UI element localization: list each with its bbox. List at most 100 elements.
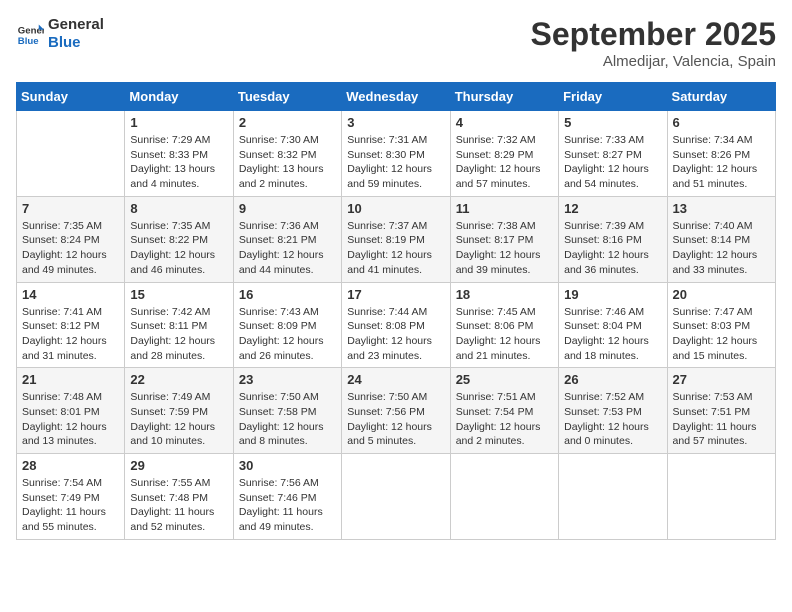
day-number: 4 (456, 115, 553, 130)
day-info: Sunrise: 7:50 AMSunset: 7:58 PMDaylight:… (239, 390, 336, 449)
weekday-header-row: SundayMondayTuesdayWednesdayThursdayFrid… (17, 83, 776, 111)
calendar-cell: 5 Sunrise: 7:33 AMSunset: 8:27 PMDaylight… (559, 111, 667, 197)
calendar-cell: 1 Sunrise: 7:29 AMSunset: 8:33 PMDaylight… (125, 111, 233, 197)
calendar-cell: 25 Sunrise: 7:51 AMSunset: 7:54 PMDayligh… (450, 368, 558, 454)
calendar-cell: 28Sunrise: 7:54 AMSunset: 7:49 PMDayligh… (17, 454, 125, 540)
calendar-cell: 30Sunrise: 7:56 AMSunset: 7:46 PMDayligh… (233, 454, 341, 540)
calendar-week-row: 14Sunrise: 7:41 AMSunset: 8:12 PMDayligh… (17, 282, 776, 368)
day-info: Sunrise: 7:51 AMSunset: 7:54 PMDaylight:… (456, 390, 553, 449)
day-info: Sunrise: 7:37 AMSunset: 8:19 PMDaylight:… (347, 219, 444, 278)
day-info: Sunrise: 7:50 AMSunset: 7:56 PMDaylight:… (347, 390, 444, 449)
calendar-cell: 19 Sunrise: 7:46 AMSunset: 8:04 PMDayligh… (559, 282, 667, 368)
weekday-header: Saturday (667, 83, 775, 111)
location-subtitle: Almedijar, Valencia, Spain (531, 53, 776, 70)
calendar-cell: 24 Sunrise: 7:50 AMSunset: 7:56 PMDayligh… (342, 368, 450, 454)
logo-line1: General (48, 16, 104, 34)
day-number: 29 (130, 458, 227, 473)
calendar-cell: 17 Sunrise: 7:44 AMSunset: 8:08 PMDayligh… (342, 282, 450, 368)
weekday-header: Monday (125, 83, 233, 111)
day-info: Sunrise: 7:41 AMSunset: 8:12 PMDaylight:… (22, 305, 119, 364)
day-info: Sunrise: 7:32 AMSunset: 8:29 PMDaylight:… (456, 133, 553, 192)
calendar-week-row: 28Sunrise: 7:54 AMSunset: 7:49 PMDayligh… (17, 454, 776, 540)
day-number: 19 (564, 287, 661, 302)
day-info: Sunrise: 7:35 AMSunset: 8:24 PMDaylight:… (22, 219, 119, 278)
day-number: 9 (239, 201, 336, 216)
day-info: Sunrise: 7:42 AMSunset: 8:11 PMDaylight:… (130, 305, 227, 364)
day-number: 21 (22, 372, 119, 387)
day-info: Sunrise: 7:40 AMSunset: 8:14 PMDaylight:… (673, 219, 770, 278)
calendar-cell: 9Sunrise: 7:36 AMSunset: 8:21 PMDaylight… (233, 196, 341, 282)
day-number: 2 (239, 115, 336, 130)
day-number: 30 (239, 458, 336, 473)
day-number: 11 (456, 201, 553, 216)
calendar-cell: 26 Sunrise: 7:52 AMSunset: 7:53 PMDayligh… (559, 368, 667, 454)
day-info: Sunrise: 7:34 AMSunset: 8:26 PMDaylight:… (673, 133, 770, 192)
day-info: Sunrise: 7:30 AMSunset: 8:32 PMDaylight:… (239, 133, 336, 192)
logo-line2: Blue (48, 34, 104, 52)
day-number: 10 (347, 201, 444, 216)
calendar-cell: 4 Sunrise: 7:32 AMSunset: 8:29 PMDaylight… (450, 111, 558, 197)
day-info: Sunrise: 7:52 AMSunset: 7:53 PMDaylight:… (564, 390, 661, 449)
day-number: 16 (239, 287, 336, 302)
calendar-table: SundayMondayTuesdayWednesdayThursdayFrid… (16, 82, 776, 540)
calendar-cell: 2 Sunrise: 7:30 AMSunset: 8:32 PMDaylight… (233, 111, 341, 197)
calendar-cell: 16 Sunrise: 7:43 AMSunset: 8:09 PMDayligh… (233, 282, 341, 368)
day-number: 25 (456, 372, 553, 387)
calendar-cell (667, 454, 775, 540)
logo: General Blue General Blue (16, 16, 104, 52)
day-info: Sunrise: 7:33 AMSunset: 8:27 PMDaylight:… (564, 133, 661, 192)
day-number: 7 (22, 201, 119, 216)
day-info: Sunrise: 7:49 AMSunset: 7:59 PMDaylight:… (130, 390, 227, 449)
day-number: 22 (130, 372, 227, 387)
page-header: General Blue General Blue September 2025… (16, 16, 776, 70)
calendar-week-row: 7 Sunrise: 7:35 AMSunset: 8:24 PMDaylight… (17, 196, 776, 282)
day-number: 28 (22, 458, 119, 473)
day-info: Sunrise: 7:46 AMSunset: 8:04 PMDaylight:… (564, 305, 661, 364)
day-info: Sunrise: 7:38 AMSunset: 8:17 PMDaylight:… (456, 219, 553, 278)
weekday-header: Friday (559, 83, 667, 111)
day-info: Sunrise: 7:55 AMSunset: 7:48 PMDaylight:… (130, 476, 227, 535)
day-info: Sunrise: 7:43 AMSunset: 8:09 PMDaylight:… (239, 305, 336, 364)
calendar-cell: 3 Sunrise: 7:31 AMSunset: 8:30 PMDaylight… (342, 111, 450, 197)
title-block: September 2025 Almedijar, Valencia, Spai… (531, 16, 776, 70)
calendar-cell: 21Sunrise: 7:48 AMSunset: 8:01 PMDayligh… (17, 368, 125, 454)
day-number: 3 (347, 115, 444, 130)
day-number: 15 (130, 287, 227, 302)
day-info: Sunrise: 7:44 AMSunset: 8:08 PMDaylight:… (347, 305, 444, 364)
calendar-week-row: 1 Sunrise: 7:29 AMSunset: 8:33 PMDaylight… (17, 111, 776, 197)
month-title: September 2025 (531, 16, 776, 53)
day-info: Sunrise: 7:47 AMSunset: 8:03 PMDaylight:… (673, 305, 770, 364)
calendar-cell (342, 454, 450, 540)
svg-text:Blue: Blue (18, 36, 39, 47)
day-number: 13 (673, 201, 770, 216)
day-number: 18 (456, 287, 553, 302)
day-number: 8 (130, 201, 227, 216)
calendar-week-row: 21Sunrise: 7:48 AMSunset: 8:01 PMDayligh… (17, 368, 776, 454)
day-info: Sunrise: 7:35 AMSunset: 8:22 PMDaylight:… (130, 219, 227, 278)
weekday-header: Tuesday (233, 83, 341, 111)
logo-icon: General Blue (16, 21, 44, 49)
day-number: 26 (564, 372, 661, 387)
calendar-cell: 6Sunrise: 7:34 AMSunset: 8:26 PMDaylight… (667, 111, 775, 197)
calendar-cell: 22 Sunrise: 7:49 AMSunset: 7:59 PMDayligh… (125, 368, 233, 454)
calendar-cell (559, 454, 667, 540)
day-number: 5 (564, 115, 661, 130)
day-info: Sunrise: 7:39 AMSunset: 8:16 PMDaylight:… (564, 219, 661, 278)
day-info: Sunrise: 7:31 AMSunset: 8:30 PMDaylight:… (347, 133, 444, 192)
calendar-cell: 10 Sunrise: 7:37 AMSunset: 8:19 PMDayligh… (342, 196, 450, 282)
calendar-cell: 13 Sunrise: 7:40 AMSunset: 8:14 PMDayligh… (667, 196, 775, 282)
calendar-cell: 23 Sunrise: 7:50 AMSunset: 7:58 PMDayligh… (233, 368, 341, 454)
calendar-cell: 8 Sunrise: 7:35 AMSunset: 8:22 PMDaylight… (125, 196, 233, 282)
calendar-cell: 29 Sunrise: 7:55 AMSunset: 7:48 PMDayligh… (125, 454, 233, 540)
weekday-header: Thursday (450, 83, 558, 111)
day-number: 1 (130, 115, 227, 130)
calendar-cell: 14Sunrise: 7:41 AMSunset: 8:12 PMDayligh… (17, 282, 125, 368)
day-info: Sunrise: 7:29 AMSunset: 8:33 PMDaylight:… (130, 133, 227, 192)
day-number: 17 (347, 287, 444, 302)
day-number: 23 (239, 372, 336, 387)
day-number: 12 (564, 201, 661, 216)
calendar-cell: 20Sunrise: 7:47 AMSunset: 8:03 PMDayligh… (667, 282, 775, 368)
weekday-header: Sunday (17, 83, 125, 111)
weekday-header: Wednesday (342, 83, 450, 111)
day-number: 24 (347, 372, 444, 387)
